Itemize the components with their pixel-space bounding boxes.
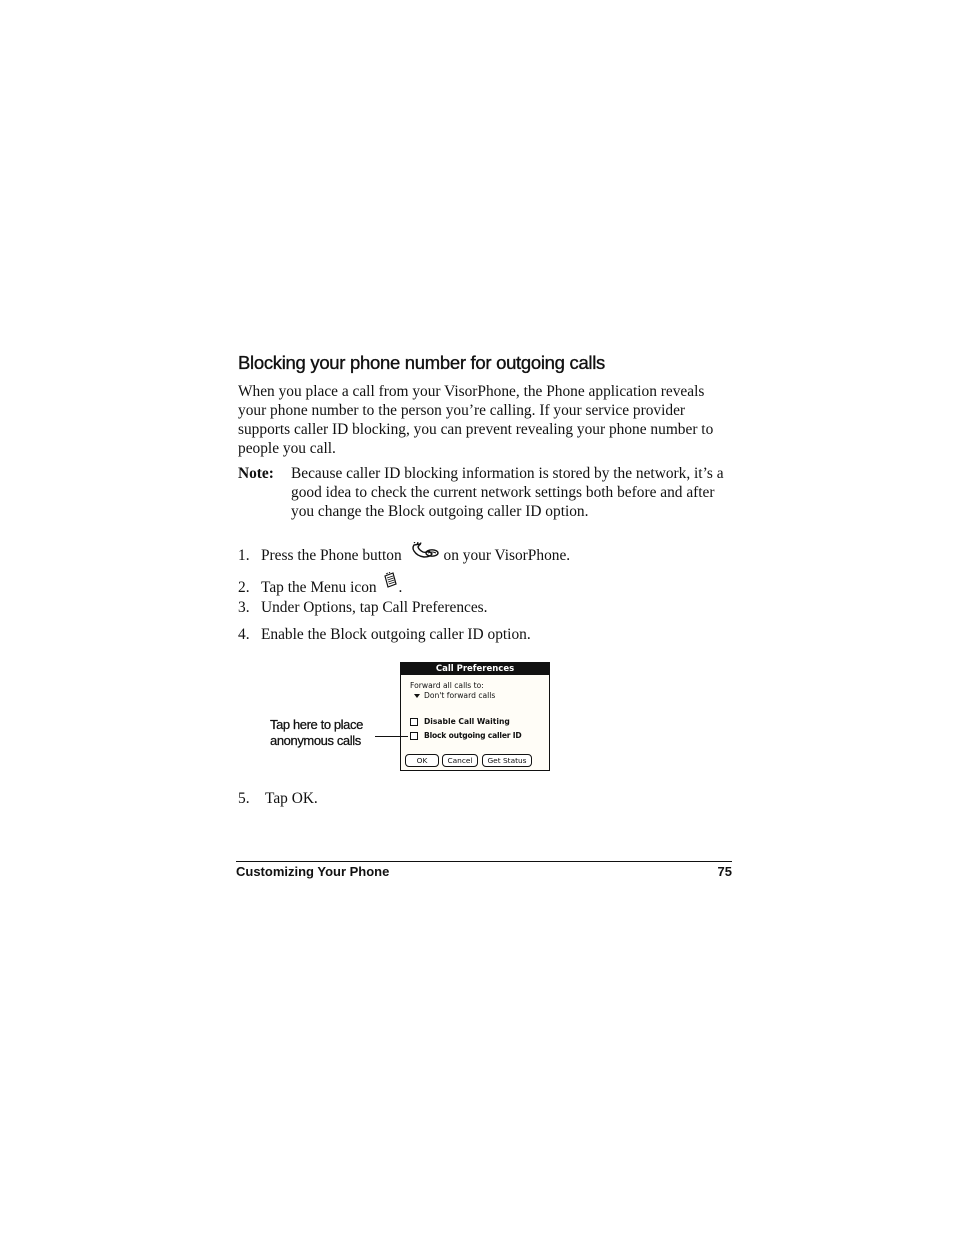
step-text: Press the Phone button — [261, 547, 402, 564]
section-heading: Blocking your phone number for outgoing … — [238, 352, 606, 373]
call-preferences-screenshot: Call Preferences Forward all calls to: D… — [400, 662, 550, 771]
step-1: 1. Press the Phone button on your VisorPh… — [238, 541, 571, 567]
step-text-after: on your VisorPhone. — [443, 547, 571, 564]
step-number: 1. — [238, 547, 250, 564]
step-text: Under Options, tap Call Preferences. — [261, 599, 488, 616]
footer-chapter-title: Customizing Your Phone — [236, 864, 390, 879]
footer-rule — [236, 861, 732, 862]
intro-paragraph: When you place a call from your VisorPho… — [238, 383, 714, 457]
step-number: 3. — [238, 599, 250, 616]
phone-button-icon — [410, 541, 440, 567]
step-3: 3. Under Options, tap Call Preferences. — [238, 598, 488, 617]
step-5: 5. Tap OK. — [238, 789, 318, 808]
manual-page: Blocking your phone number for outgoing … — [0, 0, 954, 1235]
footer-page-number: 75 — [717, 864, 732, 879]
disable-call-waiting-checkbox[interactable] — [410, 718, 418, 726]
block-caller-id-label[interactable]: Block outgoing caller ID — [424, 731, 522, 740]
step-4: 4. Enable the Block outgoing caller ID op… — [238, 625, 531, 644]
callout-line-1: Tap here to place — [270, 717, 364, 732]
forward-value[interactable]: Don't forward calls — [424, 691, 495, 700]
get-status-button[interactable]: Get Status — [482, 754, 532, 767]
step-text-after: . — [398, 579, 403, 596]
forward-label: Forward all calls to: — [410, 681, 484, 690]
step-text: Enable the Block outgoing caller ID opti… — [261, 626, 531, 643]
dialog-title: Call Preferences — [401, 663, 549, 675]
step-text: Tap OK. — [265, 790, 318, 807]
callout-line-2: anonymous calls — [270, 732, 361, 748]
menu-icon — [382, 571, 398, 595]
step-2: 2. Tap the Menu icon . — [238, 571, 403, 597]
step-number: 5. — [238, 790, 250, 807]
dropdown-triangle-icon — [414, 694, 420, 698]
step-number: 2. — [238, 579, 250, 596]
step-number: 4. — [238, 626, 250, 643]
note-text: Because caller ID blocking information i… — [291, 465, 724, 520]
callout-leader-line — [375, 736, 408, 737]
note-label: Note: — [238, 465, 274, 482]
cancel-button[interactable]: Cancel — [442, 754, 478, 767]
figure-callout: Tap here to place anonymous calls — [270, 717, 364, 748]
ok-button[interactable]: OK — [405, 754, 439, 767]
disable-call-waiting-label[interactable]: Disable Call Waiting — [424, 717, 510, 726]
step-text: Tap the Menu icon — [261, 579, 377, 596]
block-caller-id-checkbox[interactable] — [410, 732, 418, 740]
